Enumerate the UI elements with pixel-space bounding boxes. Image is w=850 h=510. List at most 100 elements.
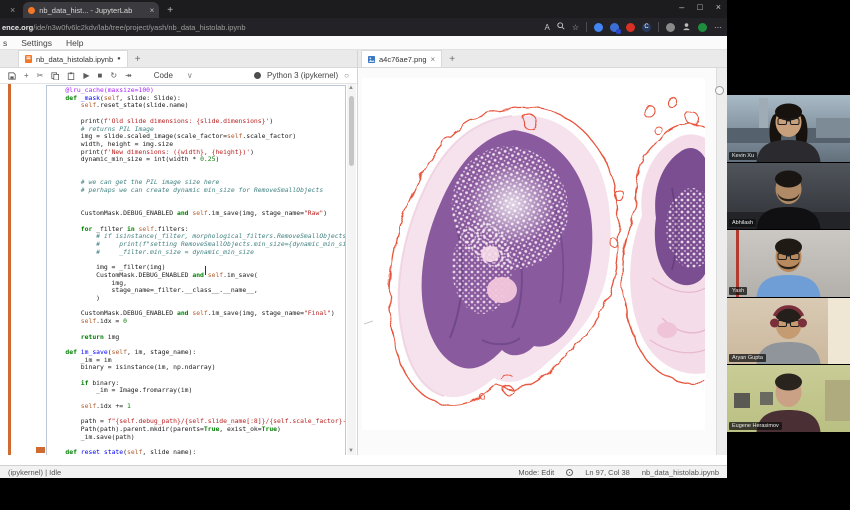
cut-cells-icon[interactable]: ✂ [37,72,44,80]
participant-name: Yash [729,287,747,295]
toolbar-divider [658,22,659,32]
histology-image [362,78,705,430]
tab-notebook[interactable]: nb_data_histolab.ipynb ● [18,50,128,67]
text-cursor [203,266,209,275]
extension-icon-dark[interactable]: C [642,23,651,32]
copy-cells-icon[interactable] [51,72,59,80]
close-button[interactable]: × [716,2,721,12]
new-notebook-tab-button[interactable]: + [135,54,141,65]
kernel-status-icon: ○ [344,71,349,80]
toolbar-divider [586,22,587,32]
kernel-status-text[interactable]: (ipykernel) | Idle [8,468,61,477]
participant-strip: Kevin Xu Abhilash Yash Aryan Gupta Eugene He… [727,95,850,432]
browser-tab-bar: × nb_data_hist... - JupyterLab × + – □ × [0,0,727,18]
scroll-up-icon[interactable]: ▲ [348,85,354,91]
cell-type-dropdown[interactable]: Code ∨ [154,71,193,80]
browser-tab-title: nb_data_hist... - JupyterLab [39,6,145,15]
h-scrollbar-thumb[interactable] [36,447,45,453]
notebook-code-area[interactable]: @lru_cache(maxsize=100) def _mask(self, … [0,84,357,455]
restart-kernel-icon[interactable]: ↻ [110,72,117,80]
extension-icon-red[interactable] [626,23,635,32]
kernel-indicator: Python 3 (ipykernel) ○ [254,71,349,80]
url-path: /ide/n3w0fv6lc2kdv/lab/tree/project/yash… [33,23,245,32]
url-domain: ence.org [2,23,33,32]
stop-kernel-icon[interactable]: ■ [98,72,103,80]
notebook-tab-label: nb_data_histolab.ipynb [36,55,113,64]
address-bar-icons: A ☆ C ⋯ [544,22,722,33]
viewer-scrollbar[interactable] [716,68,727,455]
add-cell-icon[interactable]: + [24,72,29,80]
participant-name: Aryan Gupta [729,354,766,362]
cursor-position[interactable]: Ln 97, Col 38 [585,468,630,477]
shared-screen: × nb_data_hist... - JupyterLab × + – □ ×… [0,0,850,510]
viewer-tab-bar: a4c76ae7.png × + [358,50,727,68]
status-icon [566,469,573,476]
avatar[interactable] [698,23,707,32]
address-bar[interactable]: ence.org/ide/n3w0fv6lc2kdv/lab/tree/proj… [0,18,727,36]
viewer-content[interactable] [358,68,727,455]
jupyterlab-menu-bar: s Settings Help [0,36,727,50]
histology-svg [362,78,705,430]
new-tab-button[interactable]: + [167,5,173,16]
favorites-star-icon[interactable]: ☆ [572,23,579,32]
new-viewer-tab-button[interactable]: + [449,54,455,65]
pinned-tab-close-icon[interactable]: × [10,5,15,15]
notebook-tab-bar: nb_data_histolab.ipynb ● + [0,50,357,68]
participant-video-2[interactable]: Abhilash [727,163,850,230]
code-text[interactable]: @lru_cache(maxsize=100) def _mask(self, … [50,87,345,455]
scrollbar-thumb[interactable] [349,96,354,166]
participant-video-5[interactable]: Eugene Herasimov [727,365,850,432]
jupyter-favicon [28,7,35,14]
notebook-toolbar: + ✂ ▶ ■ ↻ ↠ Code ∨ Python 3 (ipykernel) ○ [0,68,357,84]
search-icon[interactable] [557,22,565,32]
extension-badge [616,29,621,34]
browser-tab-jupyterlab[interactable]: nb_data_hist... - JupyterLab × [23,2,159,18]
tab-image[interactable]: a4c76ae7.png × [361,50,442,67]
status-filename: nb_data_histolab.ipynb [642,468,719,477]
paste-cells-icon[interactable] [67,72,75,80]
gear-icon[interactable] [254,72,261,79]
menu-item-help[interactable]: Help [66,38,83,48]
extension-icon-blue-badged[interactable] [610,23,619,32]
png-file-icon [368,56,375,63]
browser-window: × nb_data_hist... - JupyterLab × + – □ ×… [0,0,727,468]
browser-menu-icon[interactable]: ⋯ [714,23,722,32]
mode-indicator[interactable]: Mode: Edit [518,468,554,477]
participant-name: Kevin Xu [729,152,757,160]
read-aloud-icon[interactable]: A [544,23,549,32]
notebook-file-icon [25,55,32,63]
chevron-down-icon: ∨ [187,71,193,80]
maximize-button[interactable]: □ [697,2,702,12]
active-cell-ribbon[interactable] [8,84,11,455]
scroll-down-icon[interactable]: ▼ [348,448,354,454]
menu-item-truncated[interactable]: s [3,38,7,48]
notebook-panel: nb_data_histolab.ipynb ● + + ✂ ▶ ■ ↻ [0,50,358,455]
tab-close-icon[interactable]: × [431,55,436,64]
status-bar: (ipykernel) | Idle Mode: Edit Ln 97, Col… [0,465,727,478]
image-viewer-panel: a4c76ae7.png × + [358,50,727,455]
viewer-tab-label: a4c76ae7.png [379,55,427,64]
cell-type-value: Code [154,71,173,80]
scroll-indicator-icon[interactable] [715,86,724,95]
jupyterlab-app: s Settings Help nb_data_histolab.ipynb ●… [0,36,727,468]
participant-video-1[interactable]: Kevin Xu [727,95,850,162]
profile-icon[interactable] [682,22,691,33]
kernel-name[interactable]: Python 3 (ipykernel) [267,71,338,80]
minimize-button[interactable]: – [679,2,684,12]
window-controls: – □ × [679,2,721,12]
save-icon[interactable] [8,72,16,80]
participant-name: Eugene Herasimov [729,422,782,430]
participant-video-3[interactable]: Yash [727,230,850,297]
participant-video-4[interactable]: Aryan Gupta [727,298,850,365]
run-cell-icon[interactable]: ▶ [83,72,89,80]
code-cell-editor[interactable]: @lru_cache(maxsize=100) def _mask(self, … [46,85,346,455]
unsaved-dot-icon[interactable]: ● [117,56,121,62]
notebook-scrollbar[interactable]: ▲ ▼ [347,84,356,455]
url-text[interactable]: ence.org/ide/n3w0fv6lc2kdv/lab/tree/proj… [2,23,544,32]
tab-close-icon[interactable]: × [150,6,155,15]
menu-item-settings[interactable]: Settings [21,38,52,48]
collections-icon[interactable] [666,23,675,32]
extension-icon-blue[interactable] [594,23,603,32]
restart-run-all-icon[interactable]: ↠ [125,72,132,80]
status-right: Mode: Edit Ln 97, Col 38 nb_data_histola… [518,468,719,477]
